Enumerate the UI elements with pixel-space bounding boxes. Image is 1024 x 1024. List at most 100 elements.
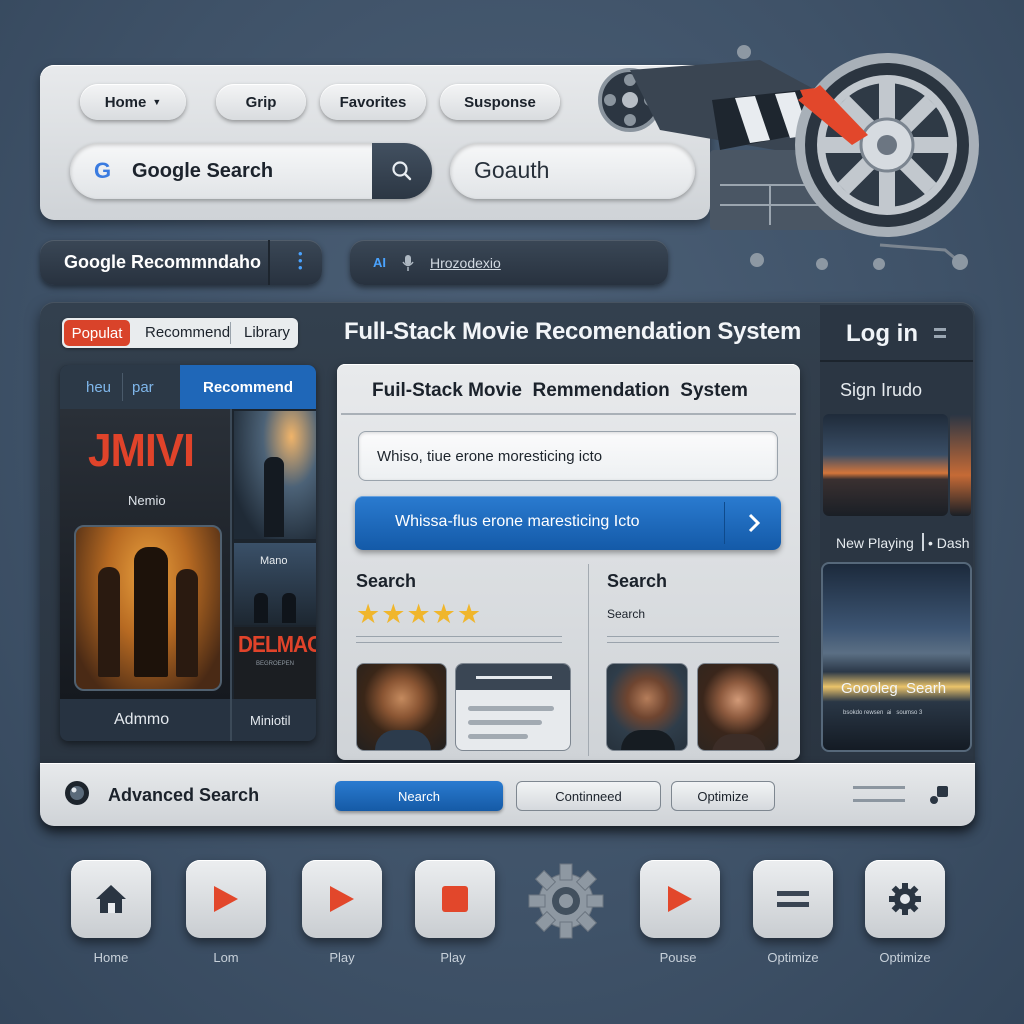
more-vertical-icon[interactable]: • • •: [298, 247, 304, 274]
optimize-menu-button[interactable]: [753, 860, 833, 938]
knob-1: [750, 253, 764, 267]
star-icon: ★: [406, 599, 432, 629]
optimize-settings-button[interactable]: [865, 860, 945, 938]
nav-susponse-label: Susponse: [464, 93, 536, 111]
poster-subtitle: Nemio: [128, 493, 166, 508]
poster-tab-heu[interactable]: heu: [86, 379, 111, 396]
search-heading-right: Search: [607, 571, 668, 591]
google-search-label: Google Search: [132, 160, 274, 182]
avatar-man-1[interactable]: [356, 663, 447, 751]
now-playing-link[interactable]: New Playing: [836, 535, 914, 551]
poster-artwork: [74, 525, 222, 691]
nav-grip-button[interactable]: Grip: [216, 84, 306, 120]
expand-icon[interactable]: [930, 786, 948, 804]
poster-tab-recommend[interactable]: Recommend: [180, 365, 316, 409]
nav-favorites-button[interactable]: Favorites: [320, 84, 426, 120]
thumb-sunset[interactable]: [823, 414, 948, 516]
search-submit-button[interactable]: [372, 143, 432, 199]
search-heading-left: Search: [356, 571, 417, 591]
big-reel-icon: [795, 53, 979, 237]
play-icon: [668, 886, 692, 912]
star-icon: ★: [431, 599, 457, 629]
lom-button[interactable]: [186, 860, 266, 938]
nav-home-button[interactable]: Home ▼: [80, 84, 186, 120]
divider: [356, 642, 562, 643]
center-title: Fuil-Stack Movie Remmendation System: [372, 380, 748, 401]
divider: [268, 240, 270, 285]
optimize-settings-button-label: Optimize: [879, 950, 931, 965]
poster-panel: heu par Recommend JMIVI Nemio Mano DELMA…: [60, 365, 316, 741]
microphone-icon[interactable]: [402, 254, 414, 272]
advanced-search-button[interactable]: Nearch: [335, 781, 503, 811]
thumb-delmao-sub: BEGROEPEN: [256, 661, 295, 667]
avatar-man-2[interactable]: [606, 663, 688, 751]
thumb-delmao-title: DELMAO: [238, 631, 316, 657]
secondary-field-text: Goauth: [474, 157, 550, 183]
page-title: Full-Stack Movie Recomendation System: [344, 318, 802, 345]
thumb-delmao[interactable]: DELMAO BEGROEPEN: [234, 627, 316, 699]
tab-recommend[interactable]: Recommend: [145, 324, 230, 341]
pause-button-label: Pouse: [659, 950, 697, 965]
avatar-woman[interactable]: [697, 663, 779, 751]
optimize-menu-button-label: Optimize: [767, 950, 819, 965]
google-search-bar[interactable]: G Google Search: [70, 143, 432, 199]
home-button[interactable]: [71, 860, 151, 938]
profile-card-placeholder[interactable]: [455, 663, 571, 751]
gear-icon: [889, 883, 921, 915]
advanced-search-label[interactable]: Advanced Search: [108, 785, 259, 806]
login-link[interactable]: Log in: [846, 320, 918, 348]
dash-link[interactable]: • Dash: [928, 535, 969, 551]
stop-button-label: Play: [440, 950, 466, 965]
chevron-right-icon: [748, 513, 761, 533]
thumb-mano-label: Mano: [260, 555, 288, 567]
lom-button-label: Lom: [213, 950, 239, 965]
home-button-label: Home: [93, 950, 129, 965]
primary-action-button[interactable]: Whissa-flus erone maresticing Icto: [355, 496, 781, 550]
play-icon: [214, 886, 238, 912]
tab-popular-label: Populat: [71, 324, 123, 342]
list-icon[interactable]: [853, 786, 905, 802]
featured-card-subtitle: bsokdo rewsen ai soumso 3: [843, 710, 923, 716]
tab-popular[interactable]: Populat: [64, 320, 130, 346]
menu-icon[interactable]: [934, 328, 946, 338]
google-rec-label: Google Recommndaho: [64, 252, 262, 272]
google-g-icon: G: [94, 158, 112, 183]
optimize-button[interactable]: Optimize: [671, 781, 775, 811]
ai-tag: AI: [373, 255, 386, 270]
poster-footer-right[interactable]: Miniotil: [250, 713, 290, 728]
advanced-search-button-label: Nearch: [398, 788, 440, 804]
featured-card-title: Goooleg Searh: [841, 680, 947, 697]
tab-divider: [230, 322, 231, 344]
ai-search-bar[interactable]: AI Hrozodexio: [350, 240, 668, 285]
star-icon: ★: [356, 599, 382, 629]
poster-footer-left[interactable]: Admmo: [114, 711, 169, 729]
primary-action-label: Whissa-flus erone maresticing Icto: [395, 513, 640, 530]
knob-3: [873, 258, 885, 270]
tab-library[interactable]: Library: [244, 324, 290, 341]
stop-button[interactable]: [415, 860, 495, 938]
star-rating[interactable]: ★★★★★: [356, 600, 482, 628]
center-text-input[interactable]: Whiso, tiue erone moresticing icto: [358, 431, 778, 481]
poster-tab-par[interactable]: par: [132, 379, 154, 396]
star-icon: ★: [381, 599, 407, 629]
divider: [922, 533, 924, 551]
thumb-mano[interactable]: Mano: [234, 543, 316, 625]
nav-susponse-button[interactable]: Susponse: [440, 84, 560, 120]
thumb-sunset-side[interactable]: [950, 414, 971, 516]
search-subheading-right: Search: [607, 607, 646, 621]
poster-title: JMIVI: [88, 424, 195, 476]
play-button[interactable]: [302, 860, 382, 938]
featured-card[interactable]: Goooleg Searh bsokdo rewsen ai soumso 3: [821, 562, 972, 752]
settings-gear-icon[interactable]: [525, 860, 607, 942]
google-recommendation-bar[interactable]: Google Recommndaho • • •: [40, 240, 322, 285]
continued-button[interactable]: Continneed: [516, 781, 661, 811]
pause-button[interactable]: [640, 860, 720, 938]
nav-home-label: Home: [104, 93, 147, 111]
thumb-night-city[interactable]: [234, 411, 316, 539]
menu-icon: [777, 891, 809, 907]
tab-divider: [122, 373, 123, 401]
movie-poster-main[interactable]: JMIVI Nemio: [60, 409, 230, 699]
signin-link[interactable]: Sign Irudo: [840, 380, 922, 401]
optimize-button-label: Optimize: [697, 788, 749, 804]
center-vertical-divider: [588, 564, 589, 756]
